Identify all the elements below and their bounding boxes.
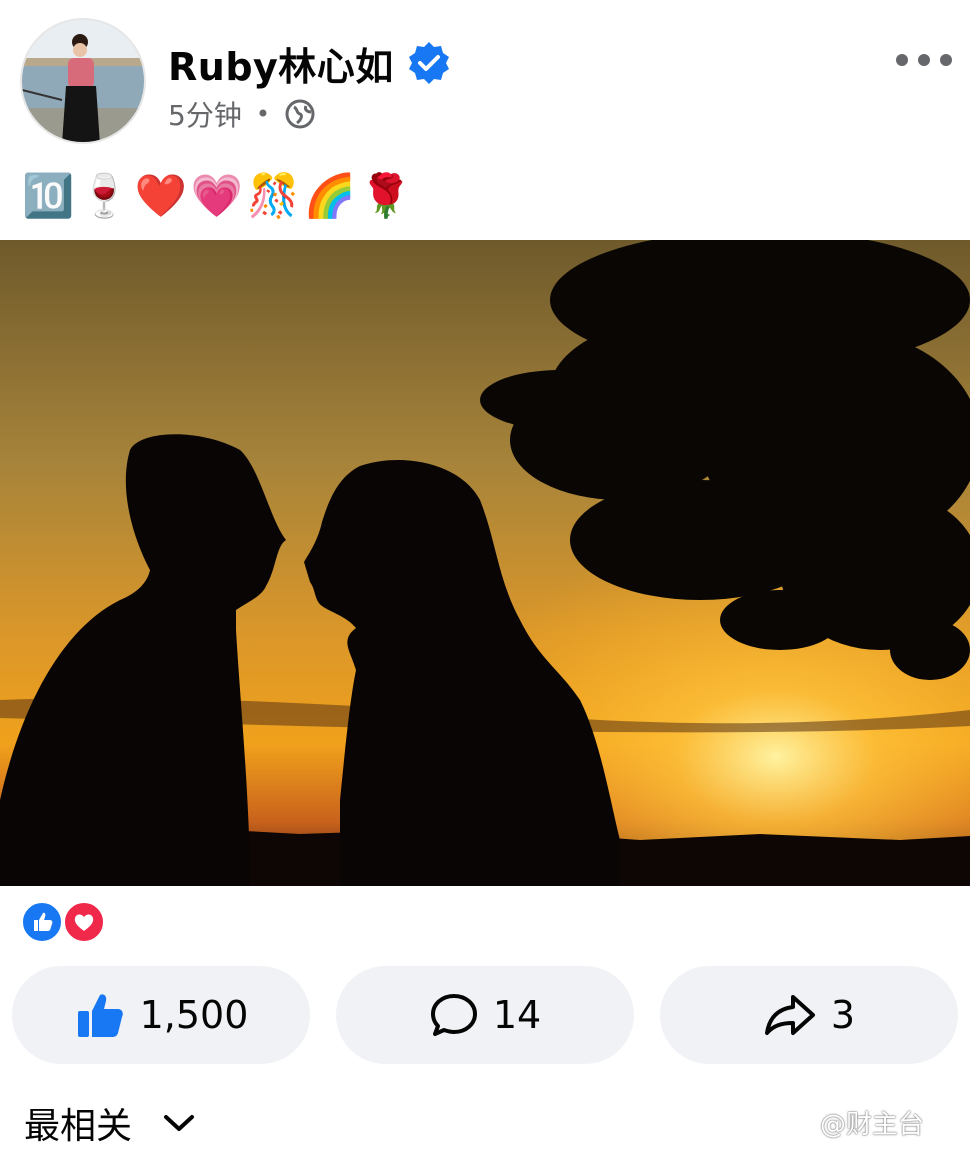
share-button[interactable]: 3 [660,966,958,1064]
post-meta: 5分钟 • [168,94,316,134]
like-reaction-icon [20,900,64,944]
author-name[interactable]: Ruby林心如 [168,36,394,91]
comment-sort-dropdown[interactable]: 最相关 [24,1100,196,1147]
comment-button[interactable]: 14 [336,966,634,1064]
post-header: Ruby林心如 5分钟 • [0,0,970,160]
chevron-down-icon [164,1115,195,1131]
love-reaction-icon [62,900,106,944]
post-caption: 🔟🍷❤️💗🎊🌈🌹 [22,171,417,220]
globe-icon [285,99,315,129]
comment-count: 14 [492,993,542,1037]
like-count: 1,500 [139,993,249,1037]
post-actions: 1,500 14 3 [0,966,970,1064]
comment-icon [430,994,477,1036]
post-photo[interactable] [0,240,970,886]
watermark: @财主台 [820,1110,925,1140]
post-time[interactable]: 5分钟 [168,94,242,134]
thumbs-up-icon [77,994,123,1037]
author-avatar[interactable] [20,18,146,144]
share-arrow-icon [764,995,815,1035]
sort-label: 最相关 [24,1106,133,1147]
more-icon[interactable] [896,48,952,72]
verified-badge-icon [409,42,449,84]
like-button[interactable]: 1,500 [12,966,310,1064]
share-count: 3 [830,993,856,1037]
meta-separator: • [255,100,270,128]
reaction-summary[interactable] [20,898,112,946]
